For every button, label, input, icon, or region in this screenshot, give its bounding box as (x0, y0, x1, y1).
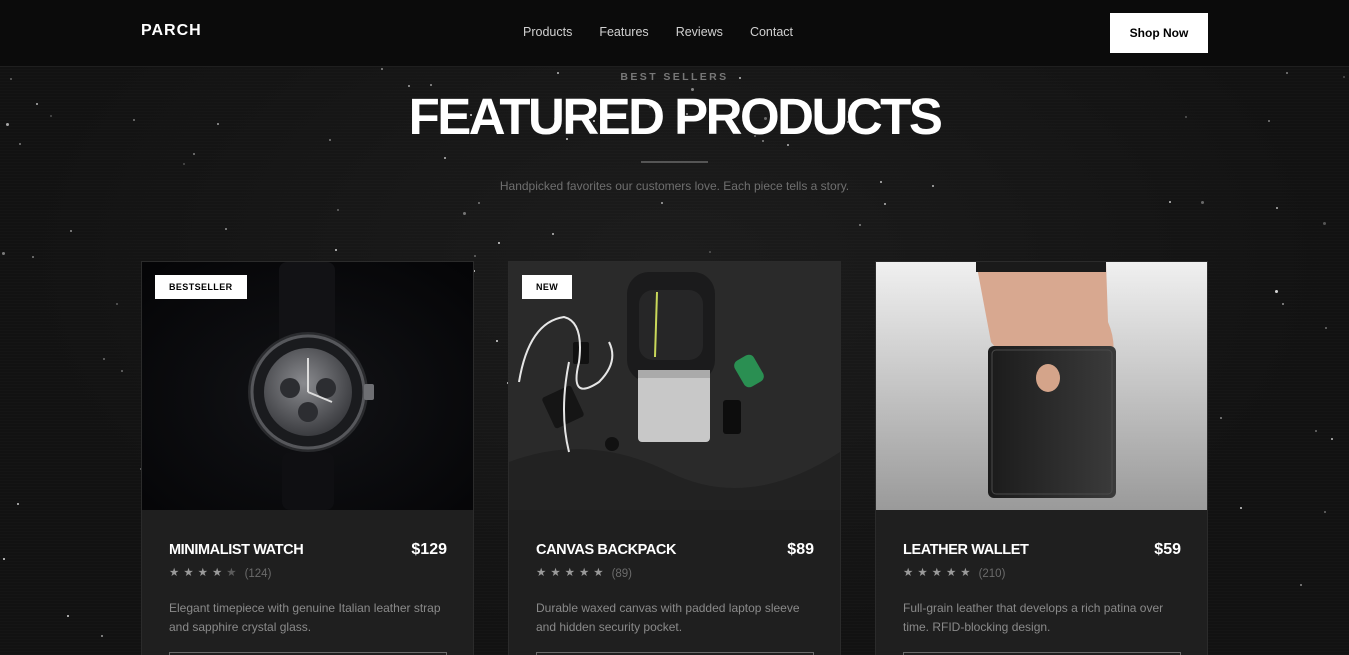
product-rating: ★ ★ ★ ★ ★ (89) (536, 568, 632, 580)
product-name[interactable]: CANVAS BACKPACK (536, 542, 676, 558)
product-image-wallet[interactable] (876, 262, 1207, 510)
star-icon: ★ (169, 567, 180, 580)
star-particle (183, 163, 185, 165)
nav-link-reviews[interactable]: Reviews (676, 25, 723, 39)
star-particle (121, 370, 123, 372)
product-card-watch[interactable]: BESTSELLER MINIMALIST WATCH $129 ★ ★ ★ ★… (141, 261, 474, 655)
backpack-flatlay-photo (509, 262, 840, 510)
product-image-watch[interactable] (142, 262, 473, 510)
review-count: (89) (611, 568, 633, 580)
star-particle (1325, 327, 1327, 329)
title-divider (641, 161, 708, 163)
product-description: Durable waxed canvas with padded laptop … (536, 601, 800, 634)
star-icon: ★ (183, 567, 194, 580)
star-particle (444, 157, 446, 159)
review-count: (210) (978, 568, 1006, 580)
star-particle (1331, 438, 1333, 440)
star-particle (335, 249, 337, 251)
star-particle (1315, 430, 1317, 432)
star-particle (1220, 417, 1222, 419)
star-particle (3, 558, 5, 560)
star-particle (859, 224, 861, 226)
product-price: $89 (787, 541, 814, 558)
star-icon: ★ (197, 567, 208, 580)
star-particle (1201, 201, 1204, 204)
star-icon: ★ (903, 567, 914, 580)
star-particle (1275, 290, 1278, 293)
product-description: Full-grain leather that develops a rich … (903, 601, 1164, 634)
star-particle (1324, 511, 1326, 513)
star-particle (381, 68, 383, 70)
star-particle (116, 303, 118, 305)
main-nav: Products Features Reviews Contact (523, 25, 793, 39)
star-particle (101, 635, 103, 637)
product-card-wallet[interactable]: LEATHER WALLET $59 ★ ★ ★ ★ ★ (210) Full-… (875, 261, 1208, 655)
nav-link-contact[interactable]: Contact (750, 25, 793, 39)
star-icon: ★ (550, 567, 561, 580)
star-icon: ★ (226, 567, 237, 580)
star-particle (552, 233, 554, 235)
star-icon: ★ (578, 567, 590, 580)
brand-logo[interactable]: PARCH (141, 22, 202, 40)
product-description: Elegant timepiece with genuine Italian l… (169, 601, 441, 634)
product-image-backpack[interactable] (509, 262, 840, 510)
star-icon: ★ (960, 567, 971, 580)
wallet-in-hand-photo (876, 262, 1207, 510)
star-particle (337, 209, 339, 211)
star-particle (103, 358, 105, 360)
star-particle (884, 203, 886, 205)
star-particle (1169, 201, 1171, 203)
star-particle (478, 202, 480, 204)
star-particle (2, 252, 5, 255)
star-icon: ★ (917, 567, 928, 580)
star-particle (1323, 222, 1326, 225)
section-subtitle: Handpicked favorites our customers love.… (499, 179, 850, 193)
star-icon: ★ (945, 567, 957, 580)
star-particle (463, 212, 466, 215)
star-particle (225, 228, 227, 230)
product-name[interactable]: LEATHER WALLET (903, 542, 1029, 558)
star-particle (17, 503, 19, 505)
star-particle (430, 84, 432, 86)
star-particle (709, 251, 711, 253)
star-rating-icons: ★ ★ ★ ★ ★ (536, 568, 604, 580)
review-count: (124) (244, 568, 272, 580)
star-particle (1240, 507, 1242, 509)
star-particle (1300, 584, 1302, 586)
star-particle (67, 615, 69, 617)
star-particle (32, 256, 34, 258)
star-particle (474, 255, 476, 257)
star-particle (661, 202, 663, 204)
star-particle (498, 242, 500, 244)
star-particle (496, 340, 498, 342)
top-navigation-bar: PARCH Products Features Reviews Contact … (0, 0, 1349, 67)
nav-link-features[interactable]: Features (599, 25, 648, 39)
star-particle (1282, 303, 1284, 305)
product-rating: ★ ★ ★ ★ ★ (124) (169, 568, 271, 580)
star-rating-icons: ★ ★ ★ ★ ★ (903, 568, 971, 580)
star-icon: ★ (536, 567, 547, 580)
star-icon: ★ (931, 567, 942, 580)
new-badge: NEW (522, 275, 573, 299)
section-eyebrow: BEST SELLERS (620, 71, 729, 83)
star-rating-icons: ★ ★ ★ ★ ★ (169, 568, 237, 580)
product-card-backpack[interactable]: NEW CANVAS BACKPACK $89 ★ ★ ★ ★ ★ (89) D… (508, 261, 841, 655)
star-particle (193, 153, 195, 155)
bestseller-badge: BESTSELLER (155, 275, 247, 299)
product-price: $59 (1154, 541, 1181, 558)
product-name[interactable]: MINIMALIST WATCH (169, 542, 304, 558)
watch-photo (142, 262, 473, 510)
product-price: $129 (411, 541, 447, 558)
product-rating: ★ ★ ★ ★ ★ (210) (903, 568, 1005, 580)
star-particle (1276, 207, 1278, 209)
shop-now-button[interactable]: Shop Now (1110, 13, 1208, 53)
section-title: FEATURED PRODUCTS (408, 88, 943, 145)
star-icon: ★ (593, 567, 604, 580)
star-icon: ★ (564, 567, 575, 580)
star-particle (70, 230, 72, 232)
nav-link-products[interactable]: Products (523, 25, 572, 39)
star-icon: ★ (211, 567, 223, 580)
